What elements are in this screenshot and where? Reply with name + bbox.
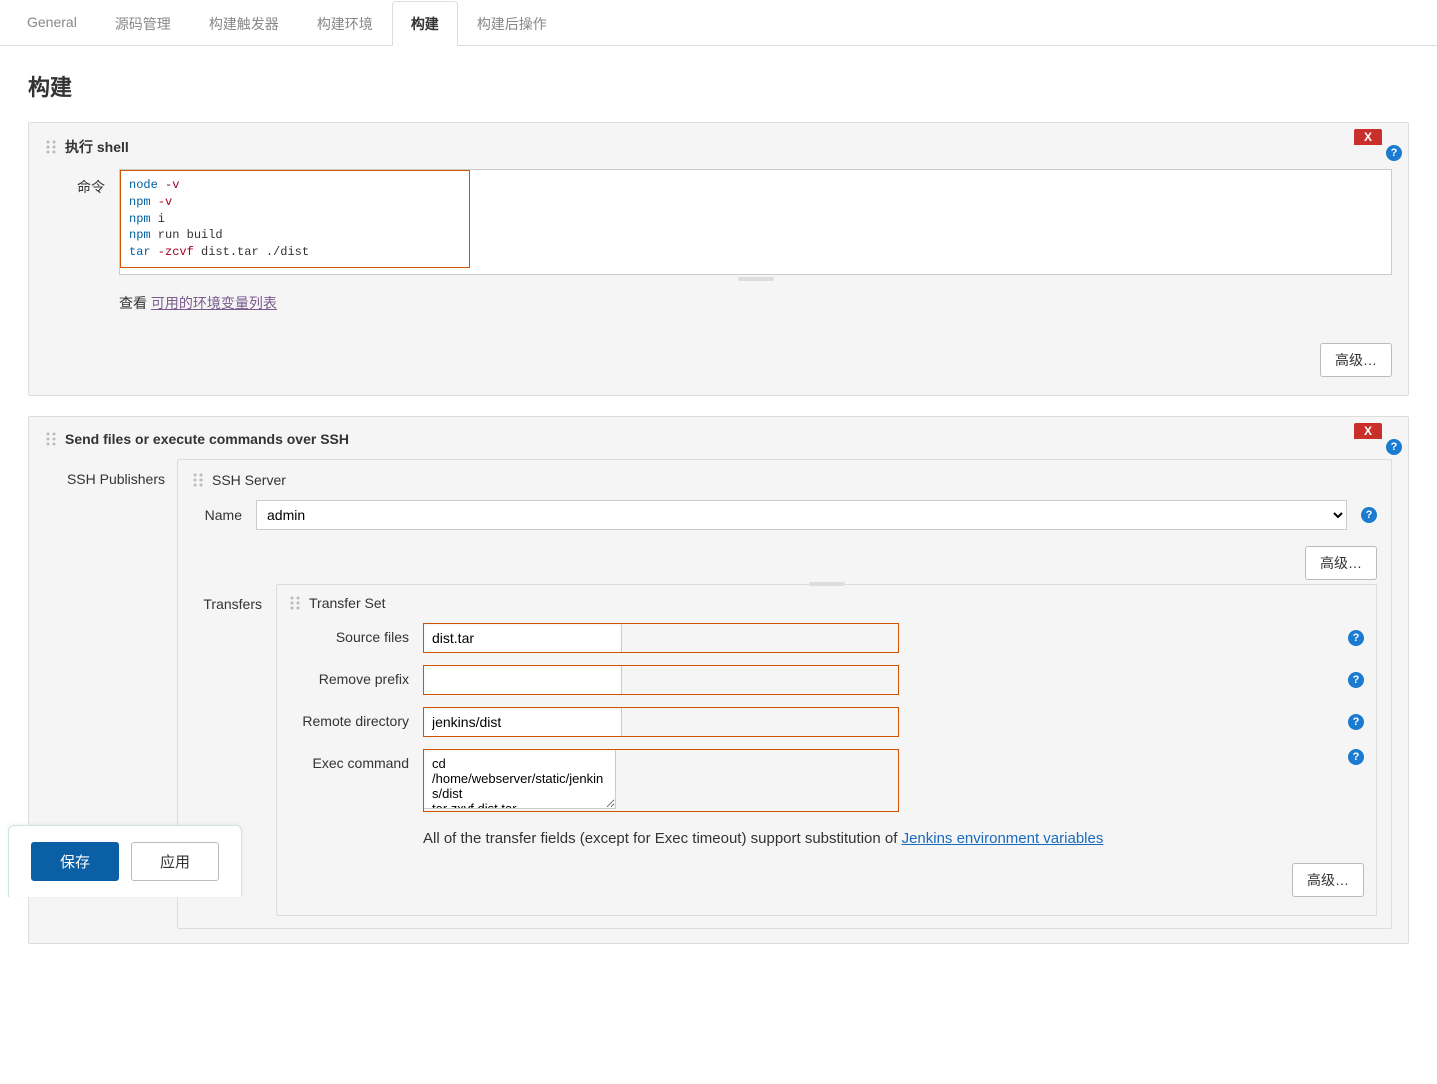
env-var-list-link[interactable]: 可用的环境变量列表 — [151, 295, 277, 311]
ssh-server-header: SSH Server — [212, 472, 286, 488]
env-var-list-line: 查看 可用的环境变量列表 — [119, 285, 277, 327]
help-icon-exec-command[interactable]: ? — [1348, 749, 1364, 765]
exec-command-textarea[interactable] — [423, 749, 616, 809]
config-tabs: General 源码管理 构建触发器 构建环境 构建 构建后操作 — [0, 0, 1437, 46]
tab-env[interactable]: 构建环境 — [298, 1, 392, 46]
exec-command-label: Exec command — [289, 749, 409, 771]
ssh-server-advanced-button[interactable]: 高级… — [1305, 546, 1377, 580]
shell-command-field[interactable]: node -v npm -v npm i npm run build tar -… — [119, 169, 1392, 275]
shell-advanced-button[interactable]: 高级… — [1320, 343, 1392, 377]
help-icon-source-files[interactable]: ? — [1348, 630, 1364, 646]
apply-button[interactable]: 应用 — [131, 842, 219, 881]
shell-command-text[interactable]: node -v npm -v npm i npm run build tar -… — [121, 171, 469, 267]
remove-prefix-label: Remove prefix — [289, 665, 409, 687]
tab-scm[interactable]: 源码管理 — [96, 1, 190, 46]
help-icon-remove-prefix[interactable]: ? — [1348, 672, 1364, 688]
remote-dir-label: Remote directory — [289, 707, 409, 729]
source-files-input[interactable] — [423, 623, 622, 653]
help-icon-remote-dir[interactable]: ? — [1348, 714, 1364, 730]
drag-handle-icon[interactable] — [192, 472, 204, 488]
build-step-shell: X ? 执行 shell 命令 node -v npm -v npm i npm… — [28, 122, 1409, 396]
drag-handle-icon[interactable] — [289, 595, 301, 611]
tab-triggers[interactable]: 构建触发器 — [190, 1, 298, 46]
remote-dir-input[interactable] — [423, 707, 622, 737]
drag-handle-icon[interactable] — [45, 139, 57, 155]
shell-header: 执行 shell — [65, 137, 129, 157]
page-title: 构建 — [0, 46, 1437, 122]
shell-command-label: 命令 — [45, 169, 105, 197]
tab-general[interactable]: General — [8, 1, 96, 46]
tab-build[interactable]: 构建 — [392, 1, 458, 46]
transfers-label: Transfers — [192, 584, 262, 612]
tab-post[interactable]: 构建后操作 — [458, 1, 566, 46]
remove-prefix-input[interactable] — [423, 665, 622, 695]
ssh-header: Send files or execute commands over SSH — [65, 431, 349, 447]
transfer-set-header: Transfer Set — [309, 595, 386, 611]
help-icon-shell[interactable]: ? — [1386, 145, 1402, 161]
drag-handle-icon[interactable] — [45, 431, 57, 447]
footer-action-bar: 保存 应用 — [8, 825, 242, 897]
ssh-publishers-label: SSH Publishers — [45, 459, 165, 487]
help-icon-ssh[interactable]: ? — [1386, 439, 1402, 455]
ssh-name-select[interactable]: admin — [256, 500, 1347, 530]
resize-grip-icon[interactable] — [120, 268, 1391, 274]
save-button[interactable]: 保存 — [31, 842, 119, 881]
transfer-note: All of the transfer fields (except for E… — [289, 824, 1364, 857]
transfer-set-advanced-button[interactable]: 高级… — [1292, 863, 1364, 897]
source-files-label: Source files — [289, 623, 409, 645]
resize-grip-icon[interactable] — [809, 582, 845, 586]
help-icon-name[interactable]: ? — [1361, 507, 1377, 523]
jenkins-env-vars-link[interactable]: Jenkins environment variables — [902, 830, 1104, 847]
ssh-name-label: Name — [192, 507, 242, 523]
